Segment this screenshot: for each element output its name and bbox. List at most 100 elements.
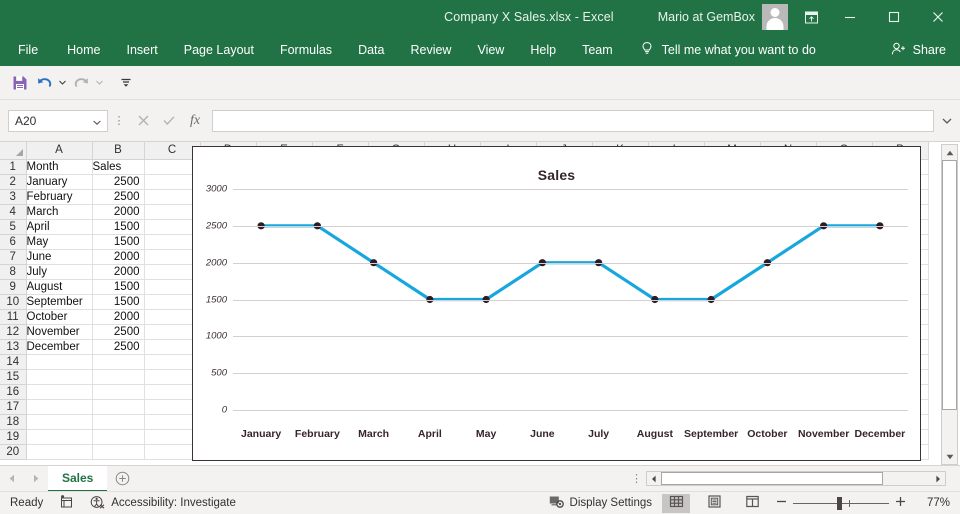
sales-line-chart[interactable]: Sales 050010001500200025003000 JanuaryFe… <box>192 146 921 461</box>
cell-A18[interactable] <box>26 414 92 429</box>
cell-A1[interactable]: Month <box>26 159 92 174</box>
row-header-2[interactable]: 2 <box>0 174 26 189</box>
ribbon-tab-formulas[interactable]: Formulas <box>267 34 345 66</box>
cell-B19[interactable] <box>92 429 144 444</box>
maximize-button[interactable] <box>872 0 916 34</box>
record-macro-button[interactable] <box>59 495 74 511</box>
display-settings-button[interactable]: Display Settings <box>549 495 652 511</box>
close-button[interactable] <box>916 0 960 34</box>
fx-icon[interactable]: fx <box>182 110 208 132</box>
row-header-12[interactable]: 12 <box>0 324 26 339</box>
row-header-4[interactable]: 4 <box>0 204 26 219</box>
vertical-scrollbar-thumb[interactable] <box>942 160 957 410</box>
redo-dropdown-button[interactable] <box>94 71 105 95</box>
row-header-15[interactable]: 15 <box>0 369 26 384</box>
row-header-11[interactable]: 11 <box>0 309 26 324</box>
cell-A5[interactable]: April <box>26 219 92 234</box>
cell-B2[interactable]: 2500 <box>92 174 144 189</box>
cell-B12[interactable]: 2500 <box>92 324 144 339</box>
column-header-b[interactable]: B <box>92 142 144 159</box>
row-header-16[interactable]: 16 <box>0 384 26 399</box>
cell-A4[interactable]: March <box>26 204 92 219</box>
row-header-1[interactable]: 1 <box>0 159 26 174</box>
ribbon-tab-team[interactable]: Team <box>569 34 626 66</box>
ribbon-tab-file[interactable]: File <box>0 34 54 66</box>
row-header-9[interactable]: 9 <box>0 279 26 294</box>
tab-split-handle[interactable]: ⋮ <box>631 472 646 485</box>
cell-B1[interactable]: Sales <box>92 159 144 174</box>
ribbon-tab-home[interactable]: Home <box>54 34 113 66</box>
row-header-19[interactable]: 19 <box>0 429 26 444</box>
cell-A6[interactable]: May <box>26 234 92 249</box>
horizontal-scrollbar-thumb[interactable] <box>661 472 883 485</box>
cell-B15[interactable] <box>92 369 144 384</box>
cell-A8[interactable]: July <box>26 264 92 279</box>
formula-input[interactable] <box>212 110 934 132</box>
avatar[interactable] <box>762 4 788 30</box>
account-info[interactable]: Mario at GemBox <box>658 4 788 30</box>
cell-B17[interactable] <box>92 399 144 414</box>
enter-check-icon[interactable] <box>156 110 182 132</box>
customize-toolbar-icon[interactable] <box>115 71 137 95</box>
cell-A3[interactable]: February <box>26 189 92 204</box>
cell-A9[interactable]: August <box>26 279 92 294</box>
row-header-5[interactable]: 5 <box>0 219 26 234</box>
cell-A20[interactable] <box>26 444 92 459</box>
cell-B14[interactable] <box>92 354 144 369</box>
column-header-a[interactable]: A <box>26 142 92 159</box>
cell-B4[interactable]: 2000 <box>92 204 144 219</box>
cell-B6[interactable]: 1500 <box>92 234 144 249</box>
select-all-button[interactable] <box>0 142 26 159</box>
undo-dropdown-button[interactable] <box>57 71 68 95</box>
cell-B16[interactable] <box>92 384 144 399</box>
cell-B9[interactable]: 1500 <box>92 279 144 294</box>
cell-A11[interactable]: October <box>26 309 92 324</box>
zoom-slider-thumb[interactable] <box>837 497 842 510</box>
cell-B18[interactable] <box>92 414 144 429</box>
ribbon-tab-insert[interactable]: Insert <box>114 34 171 66</box>
cell-A7[interactable]: June <box>26 249 92 264</box>
cell-A17[interactable] <box>26 399 92 414</box>
row-header-20[interactable]: 20 <box>0 444 26 459</box>
row-header-14[interactable]: 14 <box>0 354 26 369</box>
zoom-in-icon[interactable] <box>895 496 906 510</box>
normal-view-button[interactable] <box>662 494 690 513</box>
row-header-10[interactable]: 10 <box>0 294 26 309</box>
zoom-slider-track[interactable] <box>793 503 889 504</box>
cell-A10[interactable]: September <box>26 294 92 309</box>
chevron-down-icon[interactable] <box>93 114 101 128</box>
cell-B11[interactable]: 2000 <box>92 309 144 324</box>
accessibility-status[interactable]: Accessibility: Investigate <box>90 495 236 512</box>
cell-B10[interactable]: 1500 <box>92 294 144 309</box>
ribbon-tab-page-layout[interactable]: Page Layout <box>171 34 267 66</box>
row-header-7[interactable]: 7 <box>0 249 26 264</box>
cell-B13[interactable]: 2500 <box>92 339 144 354</box>
ribbon-display-options-icon[interactable] <box>794 0 828 34</box>
sheet-tab-sales[interactable]: Sales <box>48 466 107 492</box>
scroll-left-icon[interactable] <box>647 472 661 485</box>
cell-A2[interactable]: January <box>26 174 92 189</box>
expand-formula-bar-button[interactable] <box>934 118 952 124</box>
row-header-8[interactable]: 8 <box>0 264 26 279</box>
ribbon-tab-data[interactable]: Data <box>345 34 397 66</box>
cancel-x-icon[interactable] <box>130 110 156 132</box>
cell-B20[interactable] <box>92 444 144 459</box>
row-header-17[interactable]: 17 <box>0 399 26 414</box>
cell-A15[interactable] <box>26 369 92 384</box>
vertical-scrollbar[interactable] <box>941 144 958 465</box>
row-header-18[interactable]: 18 <box>0 414 26 429</box>
cell-B8[interactable]: 2000 <box>92 264 144 279</box>
name-box[interactable]: A20 <box>8 110 108 132</box>
cell-A16[interactable] <box>26 384 92 399</box>
scroll-right-icon[interactable] <box>931 472 945 485</box>
page-layout-view-button[interactable] <box>700 494 728 513</box>
cell-B3[interactable]: 2500 <box>92 189 144 204</box>
cell-A14[interactable] <box>26 354 92 369</box>
horizontal-scrollbar[interactable] <box>646 471 946 486</box>
add-sheet-icon[interactable] <box>107 466 137 492</box>
scroll-down-icon[interactable] <box>942 449 957 464</box>
share-button[interactable]: Share <box>891 42 946 59</box>
ribbon-tab-review[interactable]: Review <box>397 34 464 66</box>
minimize-button[interactable] <box>828 0 872 34</box>
ribbon-tab-help[interactable]: Help <box>517 34 569 66</box>
